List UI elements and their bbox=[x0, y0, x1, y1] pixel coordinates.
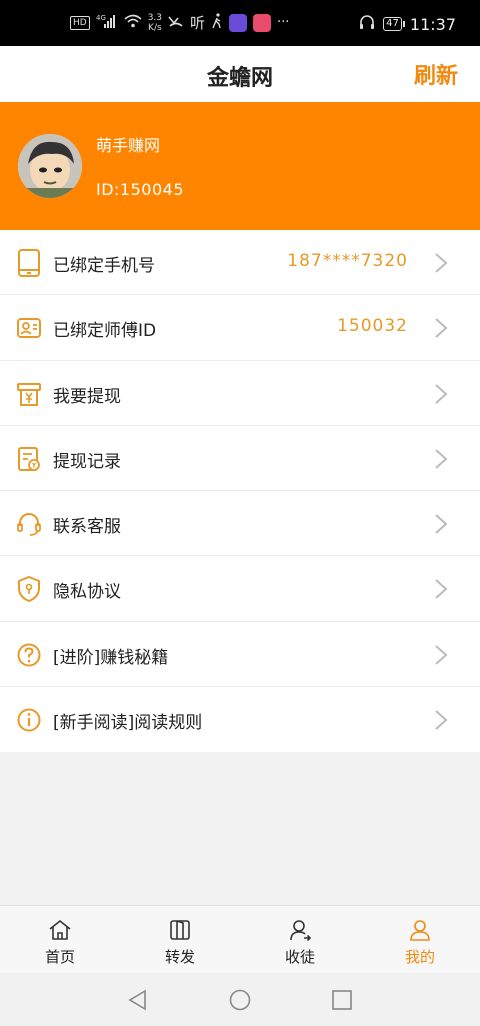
avatar-illustration bbox=[18, 134, 82, 198]
menu-item-reading-rules[interactable]: [新手阅读]阅读规则 bbox=[0, 687, 480, 752]
menu-item-privacy-policy[interactable]: 隐私协议 bbox=[0, 556, 480, 622]
listen-label: 听 bbox=[190, 14, 206, 32]
clock: 11:37 bbox=[409, 14, 456, 34]
status-left: HD 4G 3.3 K/s 听 ··· bbox=[70, 12, 289, 33]
wifi-icon bbox=[124, 14, 142, 32]
headphones-icon bbox=[359, 14, 375, 34]
menu-label: 提现记录 bbox=[53, 451, 121, 472]
title-bar: 金蟾网 刷新 bbox=[0, 46, 480, 102]
battery-indicator: 47 bbox=[383, 17, 405, 31]
chevron-right-icon bbox=[435, 318, 448, 338]
home-icon bbox=[49, 919, 71, 940]
refresh-button[interactable]: 刷新 bbox=[414, 58, 458, 90]
settings-menu: 已绑定手机号 187****7320 已绑定师傅ID 150032 我要提现 提… bbox=[0, 230, 480, 752]
tab-recruit[interactable]: 收徒 bbox=[240, 906, 360, 973]
status-right: 47 11:37 bbox=[359, 14, 456, 34]
menu-label: [进阶]赚钱秘籍 bbox=[53, 647, 169, 668]
tab-mine[interactable]: 我的 bbox=[360, 906, 480, 973]
page-title: 金蟾网 bbox=[206, 66, 273, 91]
id-card-icon bbox=[17, 318, 41, 339]
recent-apps-icon[interactable] bbox=[331, 989, 353, 1011]
menu-label: 已绑定师傅ID bbox=[53, 321, 157, 342]
chevron-right-icon bbox=[435, 644, 448, 665]
menu-label: 已绑定手机号 bbox=[53, 256, 155, 276]
network-type: 4G bbox=[96, 14, 106, 22]
record-icon bbox=[18, 446, 40, 471]
chevron-right-icon bbox=[435, 710, 448, 730]
tab-label: 收徒 bbox=[284, 948, 315, 966]
back-icon[interactable] bbox=[127, 989, 149, 1011]
missed-call-icon bbox=[168, 14, 184, 32]
chevron-right-icon bbox=[435, 514, 448, 534]
username: 萌手赚网 bbox=[96, 136, 161, 155]
add-user-icon bbox=[290, 920, 312, 942]
chevron-right-icon bbox=[435, 253, 448, 273]
info-icon bbox=[17, 708, 41, 732]
chevron-right-icon bbox=[435, 449, 448, 469]
headset-icon bbox=[17, 513, 41, 536]
menu-item-withdraw-record[interactable]: 提现记录 bbox=[0, 426, 480, 491]
menu-item-withdraw[interactable]: 我要提现 bbox=[0, 361, 480, 426]
avatar[interactable] bbox=[18, 134, 82, 198]
question-icon bbox=[17, 643, 41, 666]
speed-unit: K/s bbox=[148, 22, 162, 33]
phone-icon bbox=[18, 249, 40, 277]
menu-value: 187****7320 bbox=[287, 251, 408, 271]
menu-label: 隐私协议 bbox=[53, 582, 121, 603]
bottom-tab-bar: 首页 转发 收徒 我的 bbox=[0, 905, 480, 973]
signal-icon: 4G bbox=[96, 13, 118, 33]
chevron-right-icon bbox=[435, 383, 448, 404]
tab-label: 我的 bbox=[404, 948, 435, 966]
chevron-right-icon bbox=[435, 579, 448, 599]
menu-value: 150032 bbox=[337, 316, 408, 337]
profile-header: 萌手赚网 ID:150045 bbox=[0, 102, 480, 230]
hd-badge: HD bbox=[70, 15, 90, 30]
tab-home[interactable]: 首页 bbox=[0, 906, 120, 973]
user-icon bbox=[410, 920, 430, 941]
menu-item-bound-phone[interactable]: 已绑定手机号 187****7320 bbox=[0, 230, 480, 296]
menu-label: 联系客服 bbox=[53, 517, 121, 537]
menu-item-money-tips[interactable]: [进阶]赚钱秘籍 bbox=[0, 622, 480, 687]
app-badge-icon bbox=[229, 13, 248, 32]
home-circle-icon[interactable] bbox=[229, 989, 251, 1011]
menu-label: 我要提现 bbox=[53, 386, 121, 407]
user-id: ID:150045 bbox=[96, 180, 185, 199]
app-badge-icon-2 bbox=[253, 13, 272, 32]
shield-icon bbox=[18, 576, 40, 603]
tab-share[interactable]: 转发 bbox=[120, 906, 240, 973]
menu-item-bound-master-id[interactable]: 已绑定师傅ID 150032 bbox=[0, 295, 480, 361]
tab-label: 首页 bbox=[44, 948, 75, 966]
menu-item-contact-support[interactable]: 联系客服 bbox=[0, 491, 480, 557]
menu-label: [新手阅读]阅读规则 bbox=[53, 712, 203, 733]
status-bar: HD 4G 3.3 K/s 听 ··· 47 11:37 bbox=[0, 0, 480, 46]
speed-value: 3.3 bbox=[147, 12, 163, 23]
more-notifications: ··· bbox=[277, 15, 290, 30]
book-icon bbox=[170, 920, 190, 940]
tab-label: 转发 bbox=[164, 948, 195, 966]
system-navigation-bar bbox=[0, 973, 480, 1026]
network-speed: 3.3 K/s bbox=[148, 13, 162, 33]
walk-icon bbox=[211, 12, 223, 33]
withdraw-icon bbox=[17, 382, 41, 406]
